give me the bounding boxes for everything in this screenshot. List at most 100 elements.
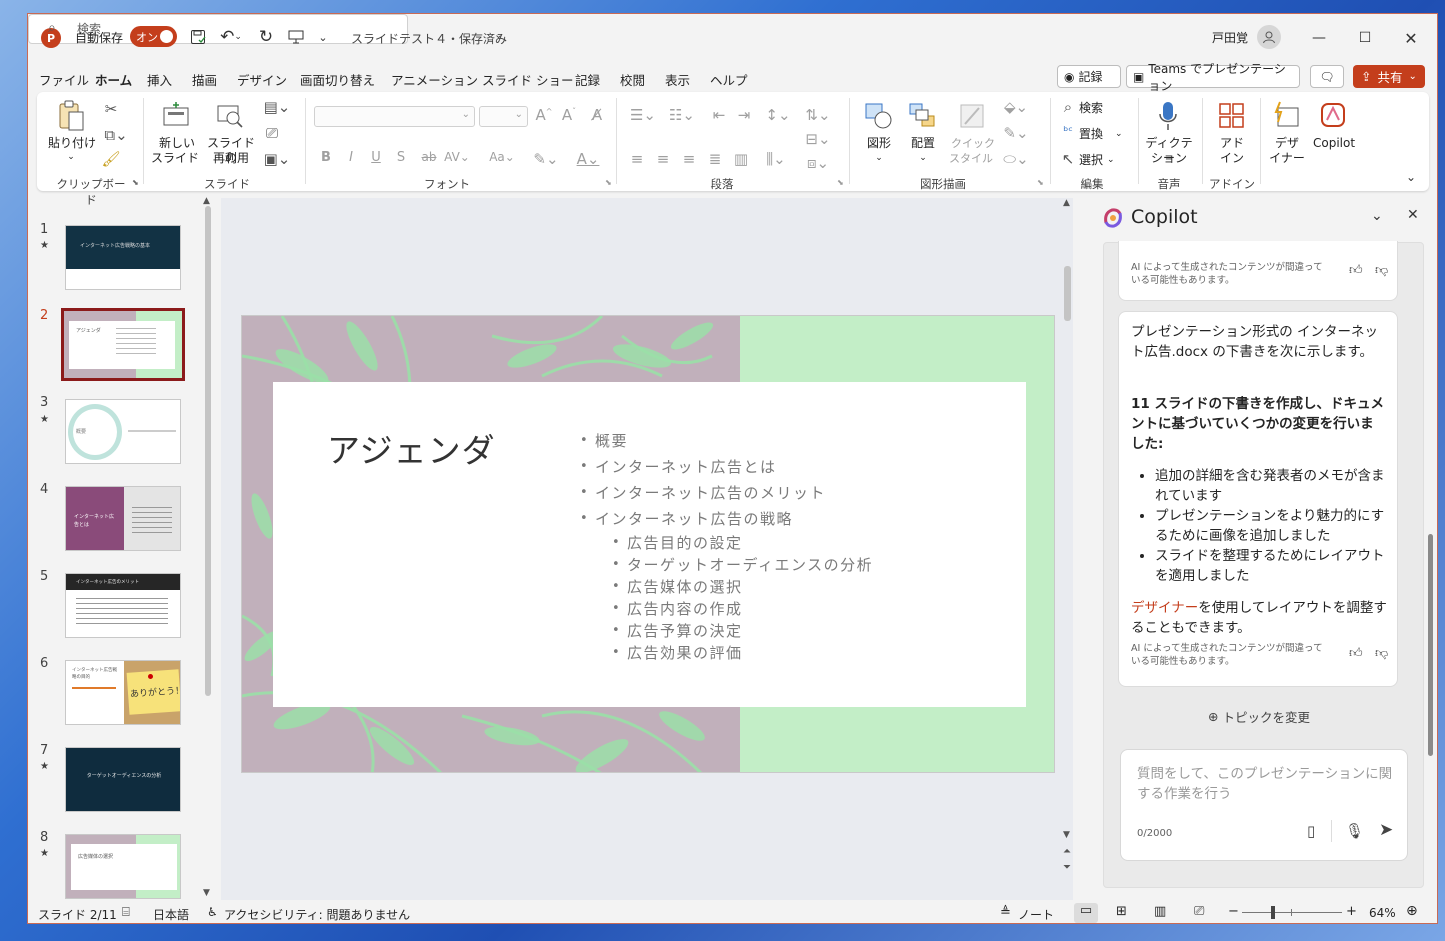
reuse-slides-icon[interactable] [215, 102, 245, 130]
chevron-down-icon[interactable]: ⌄ [1371, 208, 1383, 224]
tab-view[interactable]: 表示 [665, 70, 690, 89]
justify-icon[interactable]: ≣ [705, 150, 725, 168]
replace-icon[interactable]: ᵇᶜ [1059, 124, 1077, 138]
comments-button[interactable]: 🗨 [1310, 65, 1344, 88]
designer-icon[interactable] [1271, 100, 1303, 132]
slide-thumbnail-4[interactable]: インターネット広告とは [65, 486, 181, 551]
scroll-up-icon[interactable]: ▲ [1063, 198, 1070, 208]
share-button[interactable]: ⇪ 共有 ⌄ [1353, 65, 1425, 88]
present-icon[interactable] [285, 26, 307, 48]
slide-thumbnail-8[interactable]: 広告媒体の選択 [65, 834, 181, 899]
change-case-icon[interactable]: Aa⌄ [485, 150, 519, 164]
char-spacing-icon[interactable]: AV⌄ [443, 150, 471, 164]
tab-review[interactable]: 校閲 [620, 70, 645, 89]
tab-file[interactable]: ファイル [39, 70, 89, 89]
chevron-down-icon[interactable]: ⌄ [869, 151, 889, 166]
slide-thumbnail-5[interactable]: インターネット広告のメリット [65, 573, 181, 638]
tab-help[interactable]: ヘルプ [710, 70, 748, 89]
copy-icon[interactable]: ⧉⌄ [101, 126, 131, 144]
italic-icon[interactable]: I [344, 150, 358, 165]
font-family-dropdown[interactable]: ⌄ [314, 106, 475, 127]
paste-icon[interactable] [55, 100, 89, 134]
arrange-label[interactable]: 配置 [901, 136, 945, 151]
new-slide-label-2[interactable]: スライド [147, 151, 203, 166]
tab-insert[interactable]: 挿入 [147, 70, 172, 89]
chevron-down-icon[interactable]: ⌄ [1115, 127, 1123, 142]
slide-thumbnail-1[interactable]: インターネット広告戦略の基本 [65, 225, 181, 290]
microphone-icon[interactable]: 🎙︎ [1345, 822, 1364, 840]
slide-thumbnail-3[interactable]: 概要 [65, 399, 181, 464]
copilot-input-box[interactable]: 質問をして、このプレゼンテーションに関する作業を行う 0/2000 ▯ 🎙︎ ➤ [1120, 749, 1408, 861]
dialog-launcher-icon[interactable]: ⬊ [605, 178, 612, 187]
quick-styles-icon[interactable] [955, 102, 989, 132]
accessibility-status[interactable]: アクセシビリティ: 問題ありません [224, 906, 410, 923]
slide-title[interactable]: アジェンダ [327, 424, 496, 472]
shape-fill-icon[interactable]: ⬙⌄ [999, 98, 1033, 116]
format-painter-icon[interactable]: 🖌 [101, 150, 121, 168]
maximize-icon[interactable]: ☐ [1342, 22, 1388, 54]
reset-icon[interactable]: ⎚ [262, 124, 282, 142]
addins-label-1[interactable]: アド [1217, 136, 1247, 151]
zoom-level[interactable]: 64% [1369, 906, 1396, 920]
align-center-icon[interactable]: ≡ [653, 150, 673, 168]
distributed-icon[interactable]: ▥ [731, 150, 751, 168]
fit-to-window-icon[interactable]: ⊕ [1406, 903, 1418, 919]
line-spacing-icon[interactable]: ↕⌄ [761, 106, 795, 124]
smartart-icon[interactable]: ⧈⌄ [803, 154, 833, 172]
thumbs-down-icon[interactable]: 👎︎ [1375, 263, 1388, 278]
teams-present-button[interactable]: ▣ Teams でプレゼンテーション [1126, 62, 1300, 93]
notes-button[interactable]: ノート [1018, 906, 1054, 923]
align-right-icon[interactable]: ≡ [679, 150, 699, 168]
dictate-label-2[interactable]: ション [1141, 151, 1197, 166]
addins-icon[interactable] [1217, 102, 1247, 132]
normal-view-icon[interactable]: ▭ [1074, 903, 1098, 923]
zoom-slider[interactable] [1242, 912, 1342, 913]
scroll-down-icon[interactable]: ▼ [1063, 830, 1070, 840]
chevron-down-icon[interactable]: ⌄ [61, 150, 81, 165]
book-icon[interactable]: ⌸ [122, 905, 130, 920]
columns-icon[interactable]: ⫼⌄ [761, 150, 791, 168]
section-icon[interactable]: ▣⌄ [262, 150, 292, 168]
grow-font-icon[interactable]: A^ [534, 106, 554, 124]
autosave-toggle[interactable]: オン [130, 26, 177, 47]
reading-view-icon[interactable]: ▥ [1154, 904, 1166, 919]
cut-icon[interactable]: ✂ [101, 100, 121, 118]
tab-slideshow[interactable]: スライド ショー [482, 70, 573, 89]
copilot-ribbon-label[interactable]: Copilot [1313, 136, 1355, 151]
accessibility-icon[interactable]: ♿︎ [207, 905, 218, 919]
change-topic-button[interactable]: ⊕ トピックを変更 [1208, 707, 1310, 726]
scroll-up-icon[interactable]: ▲ [203, 196, 210, 206]
thumbnails-scrollbar[interactable] [205, 206, 211, 696]
slide-thumbnail-2[interactable]: アジェンダ [61, 308, 185, 381]
designer-label-1[interactable]: デザ [1271, 136, 1303, 151]
avatar[interactable] [1257, 25, 1281, 49]
record-button[interactable]: ◉ 記録 [1057, 65, 1121, 88]
close-pane-icon[interactable]: ✕ [1407, 207, 1419, 223]
strikethrough-icon[interactable]: ab [419, 150, 439, 164]
shapes-label[interactable]: 図形 [857, 136, 901, 151]
undo-icon[interactable]: ↶ ⌄ [216, 26, 246, 48]
numbering-icon[interactable]: ☷⌄ [665, 106, 699, 124]
quick-styles-label-2[interactable]: スタイル [943, 151, 999, 166]
chevron-down-icon[interactable]: ⌄ [913, 151, 933, 166]
dialog-launcher-icon[interactable]: ⬊ [132, 178, 139, 187]
shadow-icon[interactable]: S [394, 150, 408, 165]
close-icon[interactable]: ✕ [1388, 22, 1434, 54]
highlight-icon[interactable]: ✎⌄ [531, 150, 561, 168]
replace-label[interactable]: 置換 [1079, 127, 1103, 142]
copilot-icon[interactable] [1317, 100, 1349, 132]
thumbs-down-icon[interactable]: 👎︎ [1375, 646, 1388, 661]
dialog-launcher-icon[interactable]: ⬊ [837, 178, 844, 187]
editor-scrollbar[interactable] [1064, 266, 1071, 321]
paste-label[interactable]: 貼り付け [48, 136, 96, 151]
next-slide-icon[interactable]: ⏷ [1063, 862, 1071, 873]
find-label[interactable]: 検索 [1079, 101, 1103, 116]
quick-styles-label-1[interactable]: クイック [951, 136, 995, 151]
tab-design[interactable]: デザイン [237, 70, 287, 89]
arrange-icon[interactable] [907, 102, 939, 132]
underline-icon[interactable]: U [369, 150, 383, 165]
dialog-launcher-icon[interactable]: ⬊ [1037, 178, 1044, 187]
thumbs-up-icon[interactable]: 👍︎ [1349, 646, 1363, 661]
shapes-icon[interactable] [863, 102, 895, 132]
collapse-ribbon-icon[interactable]: ⌄ [1406, 170, 1416, 184]
